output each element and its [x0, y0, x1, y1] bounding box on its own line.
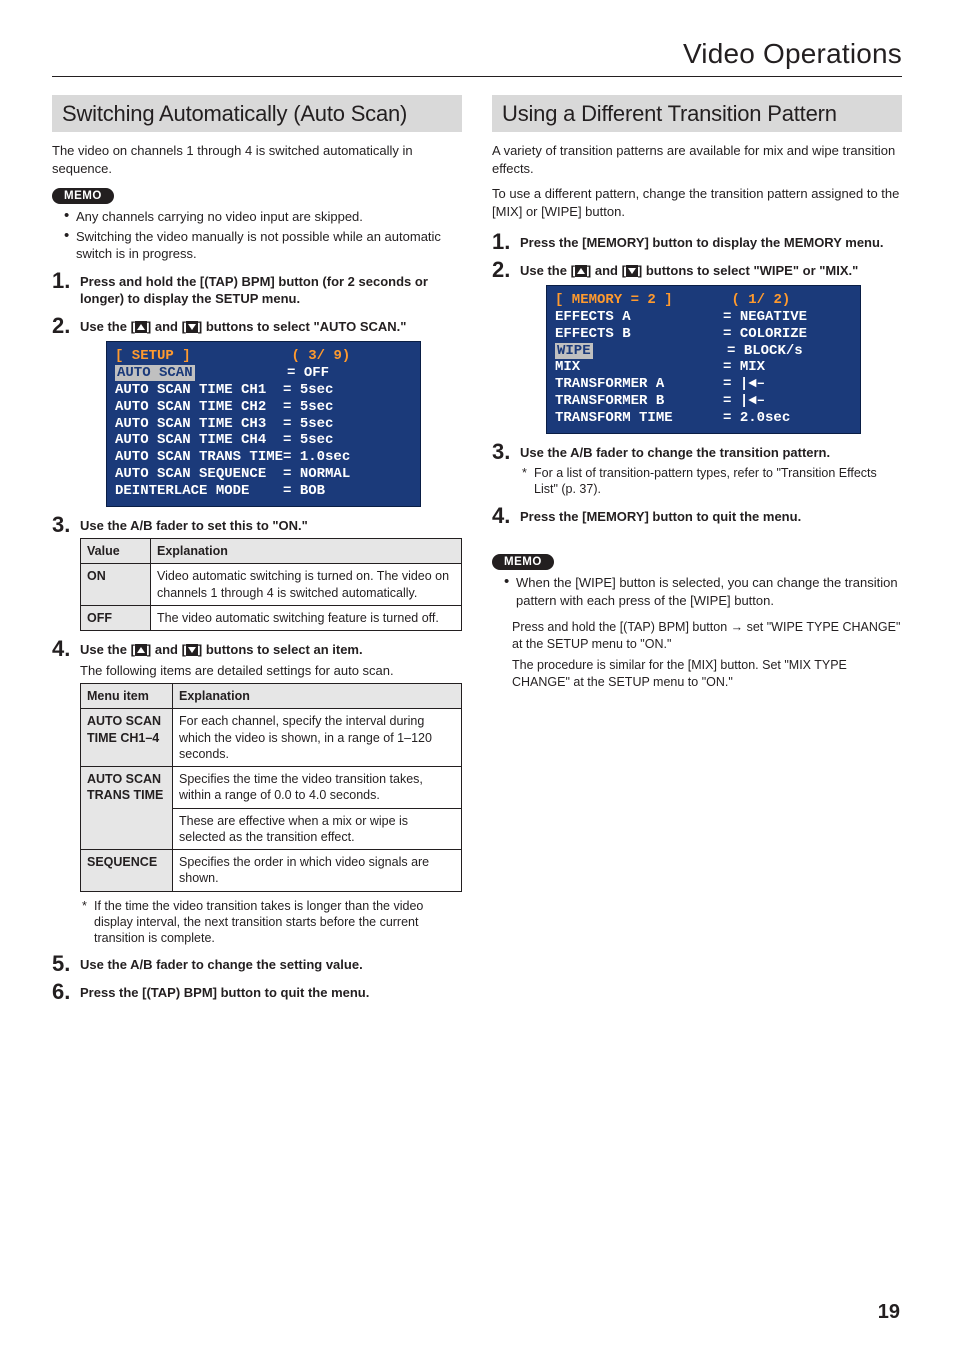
transition-intro-2: To use a different pattern, change the t… — [492, 185, 902, 220]
table-cell: OFF — [81, 605, 151, 630]
arrow-icon: → — [731, 620, 744, 634]
table-row: SEQUENCE Specifies the order in which vi… — [81, 850, 462, 892]
table-row: Menu item Explanation — [81, 684, 462, 709]
table-cell: SEQUENCE — [81, 850, 173, 892]
page-number: 19 — [878, 1301, 900, 1324]
step-number: 1. — [52, 268, 70, 294]
step-head: Use the [] and [] buttons to select "AUT… — [80, 318, 462, 336]
page-title: Video Operations — [52, 38, 902, 70]
right-column: Using a Different Transition Pattern A v… — [492, 95, 902, 1012]
table-header: Explanation — [173, 684, 462, 709]
step-head: Use the A/B fader to set this to "ON." — [80, 517, 462, 535]
lcd-screenshot-memory: [ MEMORY = 2 ] ( 1/ 2) EFFECTS A = NEGAT… — [546, 285, 861, 433]
step-body: The following items are detailed setting… — [80, 662, 462, 680]
memo-subtext: Press and hold the [(TAP) BPM] button → … — [492, 619, 902, 653]
table-row: ON Video automatic switching is turned o… — [81, 564, 462, 606]
menu-item-table: Menu item Explanation AUTO SCAN TIME CH1… — [80, 683, 462, 892]
table-row: AUTO SCAN TIME CH1–4 For each channel, s… — [81, 709, 462, 767]
step-2: 2. Use the [] and [] buttons to select "… — [52, 318, 462, 507]
memo-subtext: The procedure is similar for the [MIX] b… — [492, 657, 902, 691]
step-6: 6. Press the [(TAP) BPM] button to quit … — [52, 984, 462, 1002]
step-number: 1. — [492, 229, 510, 255]
table-cell: For each channel, specify the interval d… — [173, 709, 462, 767]
step-head: Press and hold the [(TAP) BPM] button (f… — [80, 273, 462, 308]
up-triangle-icon — [575, 265, 587, 277]
autoscan-intro: The video on channels 1 through 4 is swi… — [52, 142, 462, 177]
table-header: Menu item — [81, 684, 173, 709]
header-rule — [52, 76, 902, 77]
down-triangle-icon — [186, 321, 198, 333]
table-header: Explanation — [151, 539, 462, 564]
memo-item: Any channels carrying no video input are… — [64, 208, 462, 226]
step-number: 4. — [52, 636, 70, 662]
step-3: 3. Use the A/B fader to change the trans… — [492, 444, 902, 498]
step-number: 4. — [492, 503, 510, 529]
content-columns: Switching Automatically (Auto Scan) The … — [52, 95, 902, 1012]
step-number: 2. — [492, 257, 510, 283]
memo-list: When the [WIPE] button is selected, you … — [492, 574, 902, 609]
memo-list: Any channels carrying no video input are… — [52, 208, 462, 263]
footnote: If the time the video transition takes i… — [80, 898, 462, 947]
step-4: 4. Press the [MEMORY] button to quit the… — [492, 508, 902, 526]
memo-badge: MEMO — [52, 188, 114, 204]
value-table: Value Explanation ON Video automatic swi… — [80, 538, 462, 631]
down-triangle-icon — [186, 644, 198, 656]
table-cell: ON — [81, 564, 151, 606]
memo-badge: MEMO — [492, 554, 554, 570]
table-cell: Video automatic switching is turned on. … — [151, 564, 462, 606]
table-cell: AUTO SCAN TIME CH1–4 — [81, 709, 173, 767]
step-head: Use the [] and [] buttons to select "WIP… — [520, 262, 902, 280]
memo-item: When the [WIPE] button is selected, you … — [504, 574, 902, 609]
steps-list: 1. Press and hold the [(TAP) BPM] button… — [52, 273, 462, 1002]
up-triangle-icon — [135, 644, 147, 656]
step-1: 1. Press the [MEMORY] button to display … — [492, 234, 902, 252]
step-3: 3. Use the A/B fader to set this to "ON.… — [52, 517, 462, 632]
step-1: 1. Press and hold the [(TAP) BPM] button… — [52, 273, 462, 308]
step-head: Use the A/B fader to change the transiti… — [520, 444, 902, 462]
table-header: Value — [81, 539, 151, 564]
step-number: 3. — [492, 439, 510, 465]
table-row: Value Explanation — [81, 539, 462, 564]
step-2: 2. Use the [] and [] buttons to select "… — [492, 262, 902, 434]
table-cell: The video automatic switching feature is… — [151, 605, 462, 630]
table-row: AUTO SCAN TRANS TIME Specifies the time … — [81, 767, 462, 850]
left-column: Switching Automatically (Auto Scan) The … — [52, 95, 462, 1012]
table-cell: Specifies the time the video transition … — [173, 767, 462, 850]
step-4: 4. Use the [] and [] buttons to select a… — [52, 641, 462, 946]
lcd-screenshot-setup: [ SETUP ] ( 3/ 9) AUTO SCAN = OFF AUTO S… — [106, 341, 421, 506]
step-number: 3. — [52, 512, 70, 538]
step-head: Press the [(TAP) BPM] button to quit the… — [80, 984, 462, 1002]
down-triangle-icon — [626, 265, 638, 277]
step-number: 6. — [52, 979, 70, 1005]
up-triangle-icon — [135, 321, 147, 333]
section-title-transition: Using a Different Transition Pattern — [492, 95, 902, 132]
section-title-autoscan: Switching Automatically (Auto Scan) — [52, 95, 462, 132]
step-number: 2. — [52, 313, 70, 339]
step-number: 5. — [52, 951, 70, 977]
step-head: Press the [MEMORY] button to display the… — [520, 234, 902, 252]
footnote: For a list of transition-pattern types, … — [520, 465, 902, 498]
steps-list: 1. Press the [MEMORY] button to display … — [492, 234, 902, 525]
transition-intro-1: A variety of transition patterns are ava… — [492, 142, 902, 177]
step-5: 5. Use the A/B fader to change the setti… — [52, 956, 462, 974]
table-row: OFF The video automatic switching featur… — [81, 605, 462, 630]
step-head: Use the A/B fader to change the setting … — [80, 956, 462, 974]
step-head: Press the [MEMORY] button to quit the me… — [520, 508, 902, 526]
memo-item: Switching the video manually is not poss… — [64, 228, 462, 263]
table-cell: Specifies the order in which video signa… — [173, 850, 462, 892]
step-head: Use the [] and [] buttons to select an i… — [80, 641, 462, 659]
table-cell: AUTO SCAN TRANS TIME — [81, 767, 173, 850]
